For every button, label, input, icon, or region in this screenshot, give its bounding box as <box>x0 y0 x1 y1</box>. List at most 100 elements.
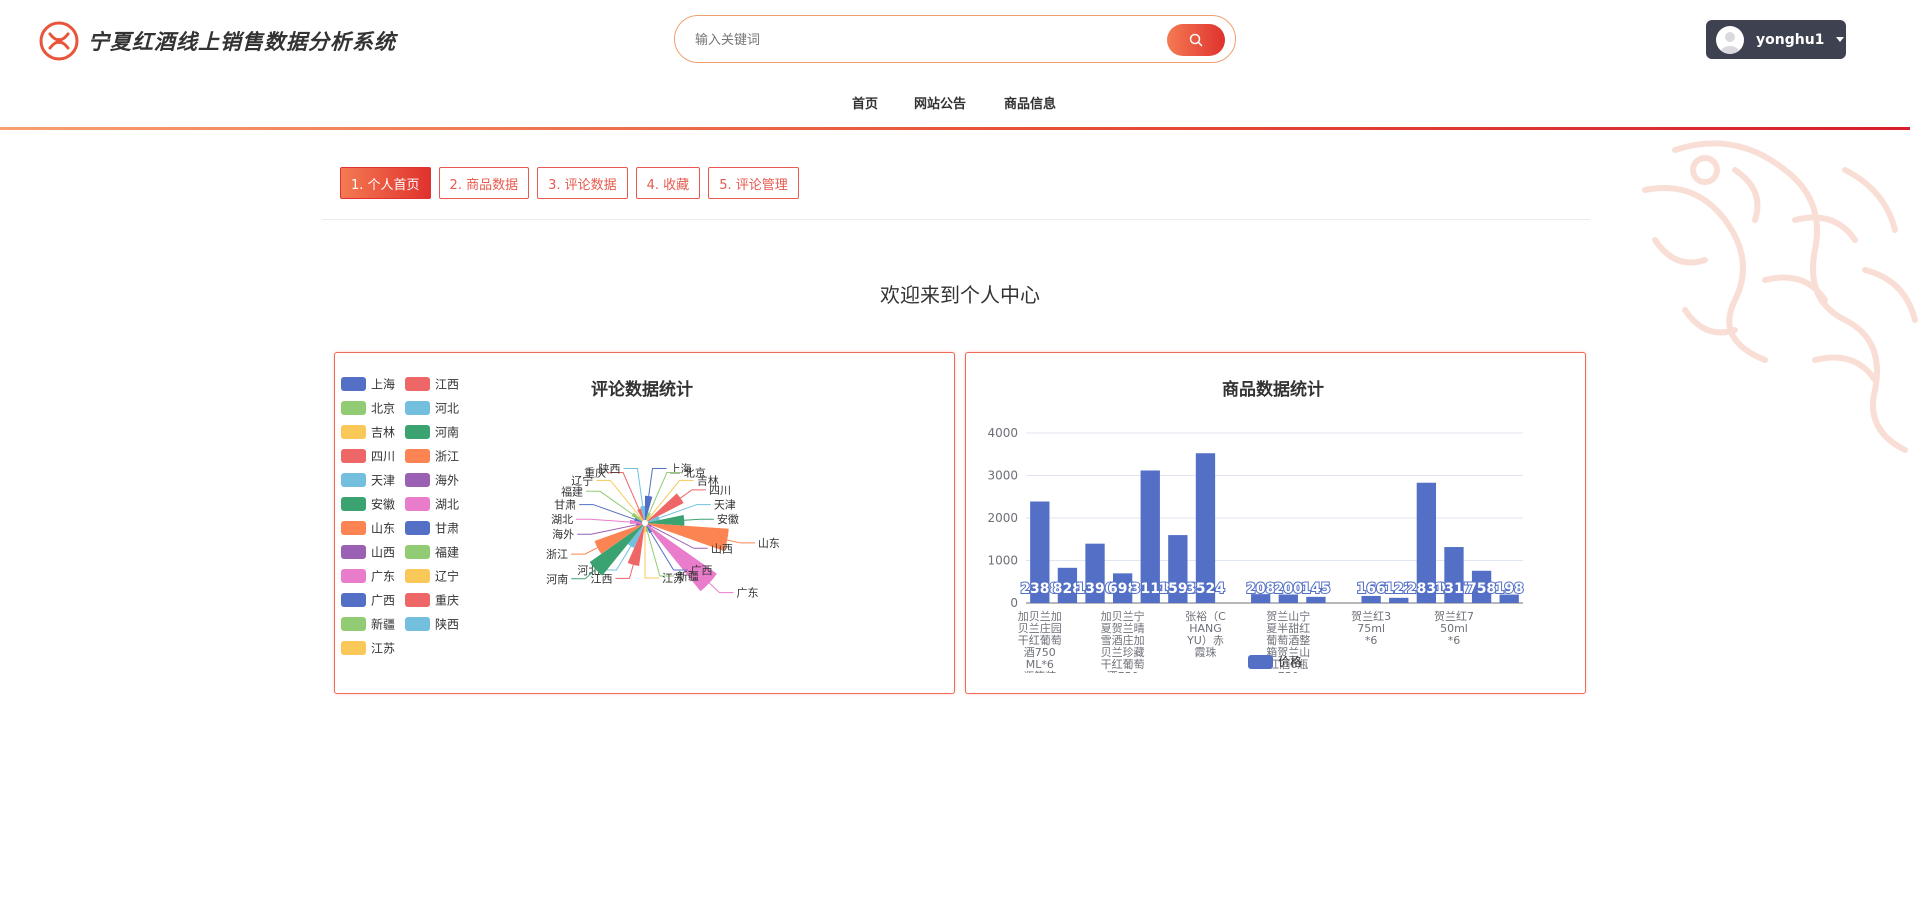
legend-label: 河南 <box>435 425 459 440</box>
label-line <box>644 532 659 579</box>
bar-data-label: 200 <box>1274 581 1303 597</box>
legend-item[interactable]: 安徽 <box>341 497 395 512</box>
bar-data-label: 3524 <box>1186 581 1225 597</box>
app-logo[interactable]: 宁夏红酒线上销售数据分析系统 <box>38 20 396 62</box>
legend-swatch <box>405 617 430 631</box>
user-menu[interactable]: yonghu1 <box>1706 20 1846 59</box>
legend-label: 山东 <box>371 522 395 536</box>
legend-swatch <box>1248 655 1273 669</box>
bar-data-label: 758 <box>1467 581 1496 597</box>
legend-item[interactable]: 北京 <box>341 401 395 416</box>
legend-item[interactable]: 河南 <box>405 425 459 440</box>
legend-label: 安徽 <box>371 497 395 512</box>
profile-tabs: 1. 个人首页 2. 商品数据 3. 评论数据 4. 收藏 5. 评论管理 <box>340 167 799 199</box>
legend-item[interactable]: 天津 <box>341 473 395 488</box>
legend-item[interactable]: 新疆 <box>341 617 395 632</box>
product-chart-panel: 4000 3000 2000 1000 0 2388 828 1396 698 3118 1598 3… <box>965 352 1586 694</box>
legend-label: 广东 <box>371 570 395 584</box>
product-bar-chart: 4000300020001000023888281396698311815983… <box>987 426 1524 683</box>
legend-swatch <box>405 401 430 415</box>
slice-label: 甘肃 <box>554 499 576 512</box>
slice-label: 湖北 <box>551 513 573 526</box>
legend-label: 河北 <box>435 402 459 416</box>
legend-item[interactable]: 湖北 <box>405 497 459 512</box>
legend-item[interactable]: 浙江 <box>405 449 459 464</box>
legend-item[interactable]: 陕西 <box>405 617 459 632</box>
legend-item[interactable]: 甘肃 <box>405 521 459 536</box>
y-tick-label: 2000 <box>987 511 1018 525</box>
legend-label: 山西 <box>371 546 395 560</box>
slice-label: 江苏 <box>662 572 684 585</box>
legend-label: 陕西 <box>435 617 459 632</box>
legend-label: 新疆 <box>371 617 395 632</box>
review-chart-title: 评论数据统计 <box>591 380 693 400</box>
x-tick-label: 贝兰庄园 <box>1018 621 1062 635</box>
legend-swatch <box>341 569 366 583</box>
label-line <box>684 518 714 521</box>
slice-label: 河南 <box>546 573 568 586</box>
tab-profile-home[interactable]: 1. 个人首页 <box>340 167 431 199</box>
bar[interactable] <box>1389 597 1409 603</box>
legend-item[interactable]: 广西 <box>341 593 395 608</box>
legend-label: 辽宁 <box>435 569 459 584</box>
tab-review-data[interactable]: 3. 评论数据 <box>537 167 628 199</box>
legend-item[interactable]: 吉林 <box>341 425 395 440</box>
search-icon <box>1189 33 1203 47</box>
username: yonghu1 <box>1756 31 1825 48</box>
legend-item[interactable]: 福建 <box>405 545 459 560</box>
legend-swatch <box>405 449 430 463</box>
product-chart-title: 商品数据统计 <box>1222 380 1324 400</box>
legend-swatch <box>341 545 366 559</box>
legend-item[interactable]: 辽宁 <box>405 569 459 584</box>
legend-label: 天津 <box>371 474 395 488</box>
legend-item[interactable]: 江苏 <box>341 641 395 656</box>
x-tick-label: 雪酒庄加 <box>1101 633 1145 647</box>
legend-swatch <box>405 521 430 535</box>
slice-label: 山东 <box>758 537 780 550</box>
legend-swatch <box>341 401 366 415</box>
slice-label: 山西 <box>711 542 733 555</box>
nav-products[interactable]: 商品信息 <box>1004 93 1056 112</box>
bar-data-label: 145 <box>1301 581 1330 597</box>
bar[interactable] <box>1361 595 1381 603</box>
legend-swatch <box>341 377 366 391</box>
x-tick-label: 瓶箱装 <box>1023 669 1056 683</box>
search-input[interactable] <box>693 28 1137 52</box>
app-title: 宁夏红酒线上销售数据分析系统 <box>88 30 396 54</box>
bar-data-label: 198 <box>1495 581 1524 597</box>
x-tick-label: 加贝兰宁 <box>1101 609 1145 623</box>
legend-item[interactable]: 山西 <box>341 545 395 560</box>
x-tick-label: 夏半甜红 <box>1266 621 1310 635</box>
header: 宁夏红酒线上销售数据分析系统 yonghu1 首页 网站公告 商品信息 <box>0 0 1920 130</box>
legend-swatch <box>405 473 430 487</box>
bar[interactable] <box>1306 596 1326 603</box>
legend-label: 江西 <box>435 378 459 392</box>
tab-favorites[interactable]: 4. 收藏 <box>635 167 701 199</box>
label-line <box>708 582 734 594</box>
tab-review-management[interactable]: 5. 评论管理 <box>708 167 799 199</box>
label-line <box>596 479 640 517</box>
label-line <box>579 504 635 520</box>
legend-label: 广西 <box>371 594 395 608</box>
slice-label: 海外 <box>552 527 574 541</box>
nav-announcements[interactable]: 网站公告 <box>914 93 966 112</box>
legend-swatch <box>341 473 366 487</box>
search-button[interactable] <box>1167 24 1225 56</box>
y-tick-label: 0 <box>1010 596 1018 610</box>
nav-home[interactable]: 首页 <box>852 93 878 112</box>
legend-item[interactable]: 重庆 <box>405 593 459 608</box>
legend-swatch <box>341 617 366 631</box>
legend-swatch <box>405 569 430 583</box>
legend-item[interactable]: 广东 <box>341 569 395 584</box>
slice-label: 四川 <box>709 484 731 497</box>
legend-item[interactable]: 江西 <box>405 377 459 392</box>
legend-item[interactable]: 海外 <box>405 473 459 488</box>
legend-item[interactable]: 山东 <box>341 521 395 536</box>
legend-item[interactable]: 上海 <box>341 377 395 392</box>
tab-product-data[interactable]: 2. 商品数据 <box>438 167 530 199</box>
x-tick-label: 霞珠 <box>1194 645 1216 659</box>
legend-item[interactable]: 四川 <box>341 449 395 464</box>
legend-label: 重庆 <box>435 594 459 608</box>
legend-item[interactable]: 河北 <box>405 401 459 416</box>
logo-icon <box>39 21 79 61</box>
